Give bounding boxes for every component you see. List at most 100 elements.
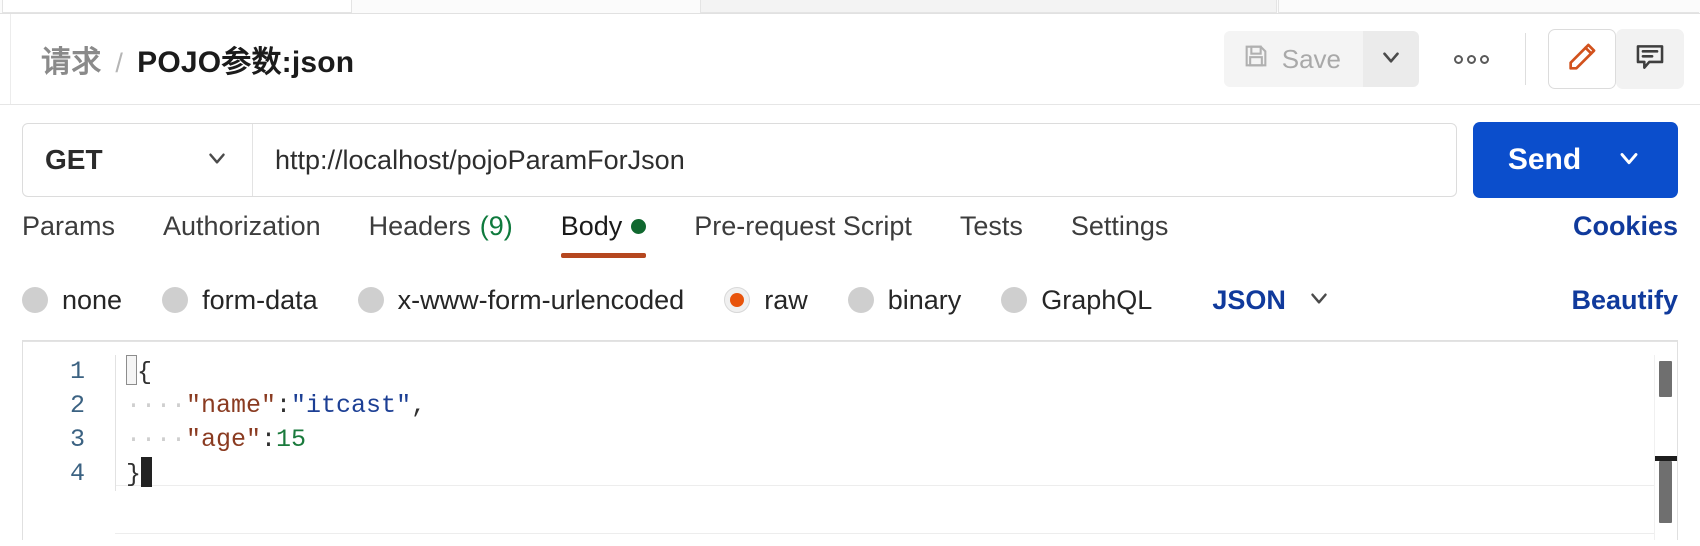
code-token-brace: { bbox=[137, 358, 153, 387]
header-actions: Save bbox=[1223, 14, 1700, 104]
radio-icon bbox=[1001, 287, 1028, 313]
tab-pre-request-script-label: Pre-request Script bbox=[694, 211, 912, 241]
editor-vertical-scrollbar[interactable] bbox=[1654, 355, 1677, 540]
cookies-link[interactable]: Cookies bbox=[1573, 205, 1678, 258]
url-shell: GET http://localhost/pojoParamForJson bbox=[22, 123, 1457, 197]
tab-stub-left[interactable] bbox=[2, 0, 352, 13]
body-type-graphql[interactable]: GraphQL bbox=[1001, 285, 1152, 316]
editor-top-border bbox=[23, 341, 1677, 342]
body-type-binary[interactable]: binary bbox=[847, 284, 962, 316]
tab-stub-right[interactable] bbox=[1278, 0, 1699, 13]
line-number: 1 bbox=[69, 357, 85, 386]
editor-content[interactable]: 1 { 2 ····"name":"itcast", 3 ····"age":1… bbox=[23, 355, 1677, 540]
radio-selected-icon bbox=[724, 287, 751, 313]
scrollbar-thumb[interactable] bbox=[1659, 361, 1672, 397]
code-token-brace: } bbox=[126, 460, 142, 489]
tab-params[interactable]: Params bbox=[22, 205, 115, 258]
radio-icon bbox=[357, 287, 384, 313]
chevron-down-icon bbox=[204, 145, 230, 176]
breadcrumb-separator: / bbox=[115, 48, 124, 78]
raw-format-value: JSON bbox=[1212, 284, 1286, 315]
tab-tests[interactable]: Tests bbox=[960, 205, 1023, 258]
code-token-colon: : bbox=[276, 391, 292, 420]
code-line[interactable]: 4 } bbox=[23, 457, 1677, 491]
text-cursor-icon bbox=[126, 355, 137, 385]
more-options-button[interactable] bbox=[1439, 31, 1503, 87]
code-line-text[interactable]: ····"name":"itcast", bbox=[115, 389, 1677, 423]
code-line[interactable]: 2 ····"name":"itcast", bbox=[23, 389, 1677, 423]
code-token-comma: , bbox=[411, 391, 427, 420]
body-type-form-data[interactable]: form-data bbox=[162, 285, 318, 316]
tab-settings-label: Settings bbox=[1070, 211, 1169, 241]
http-method-select[interactable]: GET bbox=[23, 124, 253, 196]
tab-settings[interactable]: Settings bbox=[1071, 205, 1169, 258]
line-number: 3 bbox=[69, 425, 85, 454]
radio-icon bbox=[847, 287, 874, 313]
ellipsis-icon bbox=[1453, 54, 1463, 64]
radio-icon bbox=[22, 287, 48, 313]
code-token-number: 15 bbox=[276, 425, 307, 454]
url-input[interactable]: http://localhost/pojoParamForJson bbox=[253, 124, 1456, 196]
send-button-label: Send bbox=[1507, 143, 1582, 176]
chevron-down-icon[interactable] bbox=[1615, 144, 1643, 177]
send-button[interactable]: Send bbox=[1473, 122, 1678, 198]
tab-headers[interactable]: Headers (9) bbox=[369, 205, 513, 258]
tab-stub-middle[interactable] bbox=[700, 0, 1277, 13]
header-left-rail bbox=[0, 14, 11, 104]
comment-button[interactable] bbox=[1616, 29, 1684, 89]
http-method-value: GET bbox=[45, 144, 103, 175]
save-button[interactable]: Save bbox=[1223, 31, 1363, 87]
save-dropdown-button[interactable] bbox=[1363, 31, 1419, 87]
raw-format-select[interactable]: JSON bbox=[1212, 285, 1332, 316]
headers-count-badge: (9) bbox=[479, 211, 513, 241]
editor-row-separator bbox=[115, 533, 1677, 534]
radio-icon bbox=[162, 287, 189, 313]
body-type-none-label: none bbox=[62, 284, 123, 315]
body-type-none[interactable]: none bbox=[22, 285, 122, 316]
chevron-down-icon bbox=[1378, 44, 1404, 75]
ellipsis-icon bbox=[1479, 54, 1489, 64]
code-line[interactable]: 3 ····"age":15 bbox=[23, 423, 1677, 457]
page-title: POJO参数:json bbox=[137, 46, 355, 79]
header-divider bbox=[1525, 33, 1526, 85]
code-token-string: "itcast" bbox=[291, 391, 412, 420]
text-cursor-icon bbox=[141, 457, 153, 487]
body-type-binary-label: binary bbox=[887, 284, 962, 315]
beautify-link[interactable]: Beautify bbox=[1571, 285, 1678, 316]
code-line-text[interactable]: ····"age":15 bbox=[115, 423, 1677, 457]
code-line-text[interactable]: { bbox=[115, 355, 1677, 389]
tab-body-label: Body bbox=[560, 211, 623, 241]
tab-params-label: Params bbox=[22, 211, 116, 241]
tab-pre-request-script[interactable]: Pre-request Script bbox=[694, 205, 912, 258]
code-indent-guide: ···· bbox=[126, 425, 187, 454]
code-line[interactable]: 1 { bbox=[23, 355, 1677, 389]
code-token-colon: : bbox=[261, 425, 277, 454]
tab-authorization-label: Authorization bbox=[163, 211, 321, 241]
tab-authorization[interactable]: Authorization bbox=[163, 205, 321, 258]
comment-bubble-icon bbox=[1633, 40, 1667, 79]
body-type-raw[interactable]: raw bbox=[724, 285, 808, 316]
breadcrumb: 请求 / POJO参数:json bbox=[41, 37, 354, 81]
body-type-raw-label: raw bbox=[764, 284, 808, 315]
save-button-label: Save bbox=[1281, 43, 1341, 74]
tab-body[interactable]: Body bbox=[560, 205, 647, 258]
cookies-link-label: Cookies bbox=[1572, 211, 1678, 241]
ellipsis-icon bbox=[1466, 54, 1476, 64]
breadcrumb-parent[interactable]: 请求 bbox=[41, 37, 101, 81]
edit-button[interactable] bbox=[1548, 29, 1616, 89]
code-token-key: "name" bbox=[186, 391, 277, 420]
body-type-graphql-label: GraphQL bbox=[1041, 284, 1153, 315]
tab-headers-label: Headers bbox=[368, 211, 471, 241]
save-button-group: Save bbox=[1223, 31, 1419, 87]
body-type-urlencoded-label: x-www-form-urlencoded bbox=[397, 284, 685, 315]
scrollbar-thumb[interactable] bbox=[1659, 461, 1672, 523]
request-body-editor[interactable]: 1 { 2 ····"name":"itcast", 3 ····"age":1… bbox=[22, 340, 1678, 540]
body-type-urlencoded[interactable]: x-www-form-urlencoded bbox=[357, 284, 685, 316]
tab-tests-label: Tests bbox=[959, 211, 1023, 241]
code-token-key: "age" bbox=[186, 425, 262, 454]
floppy-disk-icon bbox=[1242, 42, 1270, 77]
body-type-form-data-label: form-data bbox=[202, 284, 318, 315]
line-number: 4 bbox=[69, 459, 85, 488]
code-line-text[interactable]: } bbox=[115, 457, 1677, 491]
code-indent-guide: ···· bbox=[126, 391, 187, 420]
